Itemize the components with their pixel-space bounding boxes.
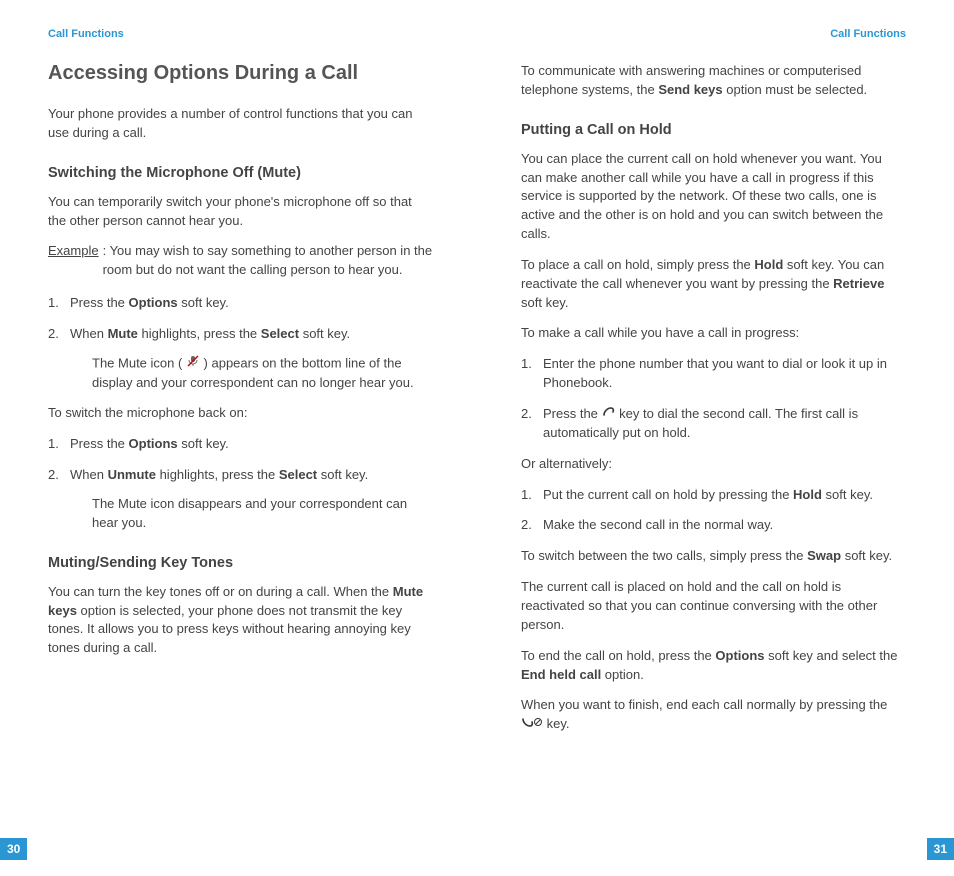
unmute-step-1: 1. Press the Options soft key. bbox=[48, 435, 433, 454]
mute-off-steps: 1. Press the Options soft key. 2. When U… bbox=[48, 435, 433, 532]
hold-heading: Putting a Call on Hold bbox=[521, 122, 906, 138]
header-right: Call Functions bbox=[521, 28, 906, 40]
mute-on-steps: 1. Press the Options soft key. 2. When M… bbox=[48, 294, 433, 392]
hold-alt: Or alternatively: bbox=[521, 455, 906, 474]
example-body: : You may wish to say something to anoth… bbox=[99, 242, 433, 280]
hold-step-1: 1.Enter the phone number that you want t… bbox=[521, 355, 906, 393]
hold-p1: You can place the current call on hold w… bbox=[521, 150, 906, 244]
example-label: Example bbox=[48, 242, 99, 280]
page-number-left: 30 bbox=[0, 838, 27, 860]
top-para: To communicate with answering machines o… bbox=[521, 62, 906, 100]
unmute-step-2: 2. When Unmute highlights, press the Sel… bbox=[48, 466, 433, 533]
hold-p4: To switch between the two calls, simply … bbox=[521, 547, 906, 566]
mute-back-on: To switch the microphone back on: bbox=[48, 404, 433, 423]
tones-heading: Muting/Sending Key Tones bbox=[48, 555, 433, 571]
hold-p5: The current call is placed on hold and t… bbox=[521, 578, 906, 635]
unmute-step-2-sub: The Mute icon disappears and your corres… bbox=[70, 495, 433, 533]
page-right: Call Functions To communicate with answe… bbox=[477, 0, 954, 876]
intro: Your phone provides a number of control … bbox=[48, 105, 433, 143]
header-left: Call Functions bbox=[48, 28, 433, 40]
alt-step-2: 2.Make the second call in the normal way… bbox=[521, 516, 906, 535]
mute-step-2-sub: The Mute icon ( ) appears on the bottom … bbox=[70, 354, 433, 393]
hold-p2: To place a call on hold, simply press th… bbox=[521, 256, 906, 313]
hold-p3: To make a call while you have a call in … bbox=[521, 324, 906, 343]
mute-step-2: 2. When Mute highlights, press the Selec… bbox=[48, 325, 433, 393]
page-number-right: 31 bbox=[927, 838, 954, 860]
mute-heading: Switching the Microphone Off (Mute) bbox=[48, 165, 433, 181]
end-call-icon bbox=[521, 715, 543, 734]
alt-step-1: 1. Put the current call on hold by press… bbox=[521, 486, 906, 505]
example: Example : You may wish to say something … bbox=[48, 242, 433, 280]
hold-p7: When you want to finish, end each call n… bbox=[521, 696, 906, 734]
hold-alt-steps: 1. Put the current call on hold by press… bbox=[521, 486, 906, 536]
mute-p1: You can temporarily switch your phone's … bbox=[48, 193, 433, 231]
tones-p1: You can turn the key tones off or on dur… bbox=[48, 583, 433, 658]
mute-mic-icon bbox=[186, 354, 200, 374]
page-title: Accessing Options During a Call bbox=[48, 62, 433, 85]
mute-step-1: 1. Press the Options soft key. bbox=[48, 294, 433, 313]
hold-p6: To end the call on hold, press the Optio… bbox=[521, 647, 906, 685]
hold-steps: 1.Enter the phone number that you want t… bbox=[521, 355, 906, 443]
call-key-icon bbox=[602, 405, 616, 424]
hold-step-2: 2. Press the key to dial the second call… bbox=[521, 405, 906, 443]
page-left: Call Functions Accessing Options During … bbox=[0, 0, 477, 876]
